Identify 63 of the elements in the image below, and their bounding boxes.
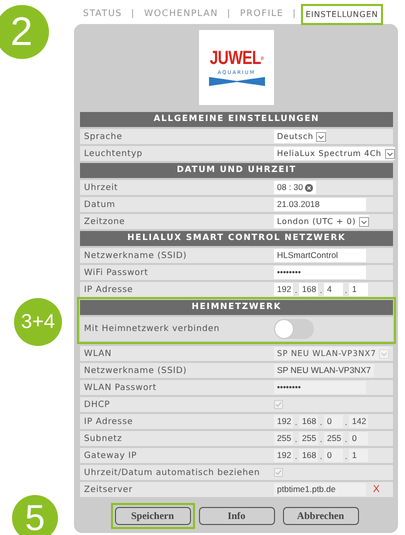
ip-octet-field[interactable]: 192: [274, 283, 293, 296]
field-label: WLAN: [84, 348, 113, 358]
time-field[interactable]: 08 : 30: [274, 181, 316, 194]
ip-dot: .: [344, 450, 348, 460]
input-field[interactable]: 21.03.2018: [274, 198, 366, 211]
field-label: DHCP: [84, 400, 112, 410]
section-header: DATUM UND UHRZEIT: [80, 163, 393, 178]
nav-tab[interactable]: EINSTELLUNGEN: [300, 4, 384, 24]
field-label: Mit Heimnetzwerk verbinden: [84, 324, 221, 334]
dropdown[interactable]: London (UTC + 0): [274, 215, 369, 228]
field-label: WiFi Passwort: [84, 268, 150, 278]
field-label: Zeitserver: [84, 484, 134, 494]
section-header: HEIMNETZWERK: [80, 300, 393, 315]
toggle-switch[interactable]: [274, 319, 314, 339]
field-label: Uhrzeit/Datum automatisch beziehen: [84, 468, 262, 478]
caret-icon: [379, 348, 390, 358]
caret-icon: [316, 132, 326, 142]
field-label: IP Adresse: [84, 284, 134, 294]
clear-icon[interactable]: [305, 184, 313, 192]
dropdown[interactable]: HeliaLux Spectrum 4Ch: [274, 147, 395, 160]
ip-dot: .: [294, 284, 298, 294]
ip-dot: .: [344, 416, 348, 426]
logo-brand: JUWEL$^{®}$: [210, 49, 264, 69]
step-badge: 5: [12, 495, 58, 535]
ip-dot: .: [318, 284, 324, 294]
action-button[interactable]: Info: [198, 507, 274, 525]
step-badge: 2: [0, 5, 49, 59]
ip-octet-field[interactable]: 1: [349, 283, 368, 296]
field-label: WLAN Passwort: [84, 382, 158, 392]
field-label: Subnetz: [84, 434, 124, 444]
field-label: Zeitzone: [84, 216, 126, 226]
dropdown[interactable]: Deutsch: [274, 130, 326, 143]
field-label: Netzwerkname (SSID): [84, 250, 188, 260]
input-field[interactable]: HLSmartControl: [274, 249, 366, 262]
action-button[interactable]: Abbrechen: [282, 507, 358, 525]
action-button[interactable]: Speichern: [114, 507, 190, 525]
ip-dot: .: [318, 450, 324, 460]
separator: |: [131, 9, 136, 19]
ip-dot: .: [344, 284, 348, 294]
ip-dot: .: [318, 416, 324, 426]
password-field[interactable]: ••••••••: [274, 266, 366, 279]
field-label: IP Adresse: [84, 416, 134, 426]
section-header: HELIALUX SMART CONTROL NETZWERK: [80, 231, 393, 246]
ip-dot: .: [294, 450, 298, 460]
ip-dot: .: [294, 434, 298, 444]
separator: |: [227, 9, 232, 19]
field-label: Gateway IP: [84, 450, 138, 460]
step-badge: 3+4: [14, 298, 62, 346]
ip-octet-field[interactable]: 4: [324, 283, 343, 296]
caret-icon: [384, 148, 395, 158]
field-label: Netzwerkname (SSID): [84, 366, 188, 376]
ip-octet-field[interactable]: 168: [299, 283, 318, 296]
wave-icon: [208, 77, 264, 86]
caret-icon: [358, 216, 369, 226]
field-label: Leuchtentyp: [84, 148, 144, 158]
ip-dot: .: [344, 434, 348, 444]
section-header: ALLGEMEINE EINSTELLUNGEN: [80, 112, 393, 127]
field-label: Uhrzeit: [84, 182, 119, 192]
separator: |: [292, 9, 297, 19]
ip-dot: .: [318, 434, 324, 444]
field-label: Sprache: [84, 132, 124, 142]
ip-dot: .: [294, 416, 298, 426]
field-label: Datum: [84, 200, 116, 210]
